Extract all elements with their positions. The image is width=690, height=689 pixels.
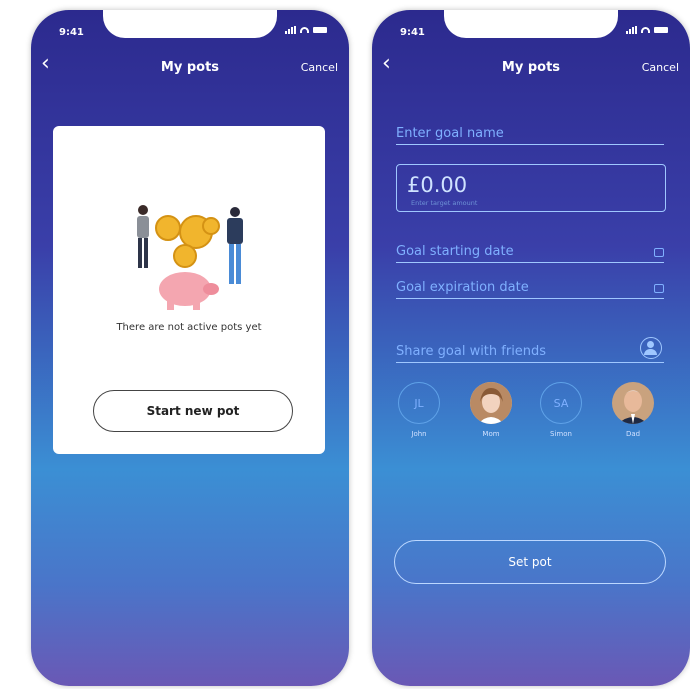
friend-simon[interactable]: SA Simon (538, 382, 584, 438)
share-goal-label: Share goal with friends (396, 344, 547, 359)
calendar-icon[interactable] (654, 284, 664, 293)
friend-dad[interactable]: Dad (610, 382, 656, 438)
set-pot-button[interactable]: Set pot (394, 540, 666, 584)
cancel-button[interactable]: Cancel (301, 61, 338, 74)
status-icons (285, 26, 327, 34)
friend-mom[interactable]: Mom (468, 382, 514, 438)
status-time: 9:41 (59, 27, 84, 38)
friend-name: Mom (482, 430, 500, 438)
expiration-date-placeholder: Goal expiration date (396, 280, 529, 295)
start-new-pot-button[interactable]: Start new pot (93, 390, 293, 432)
cancel-button[interactable]: Cancel (642, 61, 679, 74)
empty-state-message: There are not active pots yet (116, 322, 262, 333)
goal-name-input[interactable]: Enter goal name (396, 126, 664, 145)
goal-start-date-field[interactable]: Goal starting date (396, 244, 664, 263)
avatar (612, 382, 654, 424)
wifi-icon (300, 27, 309, 33)
avatar (470, 382, 512, 424)
add-friend-icon[interactable] (640, 337, 662, 359)
amount-value: £0.00 (407, 173, 468, 197)
signal-icon (626, 26, 637, 34)
share-goal-field[interactable]: Share goal with friends (396, 337, 664, 363)
calendar-icon[interactable] (654, 248, 664, 257)
notch (444, 10, 618, 38)
friend-name: Dad (625, 430, 641, 438)
friend-john[interactable]: JL John (396, 382, 442, 438)
avatar: SA (540, 382, 582, 424)
battery-icon (313, 27, 327, 33)
wifi-icon (641, 27, 650, 33)
new-pot-form-screen: 9:41 ‹ My pots Cancel Enter goal name £0… (372, 10, 690, 686)
amount-placeholder: Enter target amount (411, 199, 478, 207)
signal-icon (285, 26, 296, 34)
piggy-bank-illustration (137, 205, 243, 310)
battery-icon (654, 27, 668, 33)
goal-name-placeholder: Enter goal name (396, 126, 504, 141)
empty-pots-card: There are not active pots yet Start new … (53, 126, 325, 454)
target-amount-input[interactable]: £0.00 Enter target amount (396, 164, 666, 212)
status-time: 9:41 (400, 27, 425, 38)
status-icons (626, 26, 668, 34)
mom-photo (470, 382, 512, 424)
avatar: JL (398, 382, 440, 424)
friend-name: John (411, 430, 427, 438)
friend-name: Simon (550, 430, 572, 438)
dad-photo (612, 382, 654, 424)
my-pots-empty-screen: 9:41 ‹ My pots Cancel There are not acti… (31, 10, 349, 686)
notch (103, 10, 277, 38)
start-date-placeholder: Goal starting date (396, 244, 514, 259)
goal-expiration-date-field[interactable]: Goal expiration date (396, 280, 664, 299)
